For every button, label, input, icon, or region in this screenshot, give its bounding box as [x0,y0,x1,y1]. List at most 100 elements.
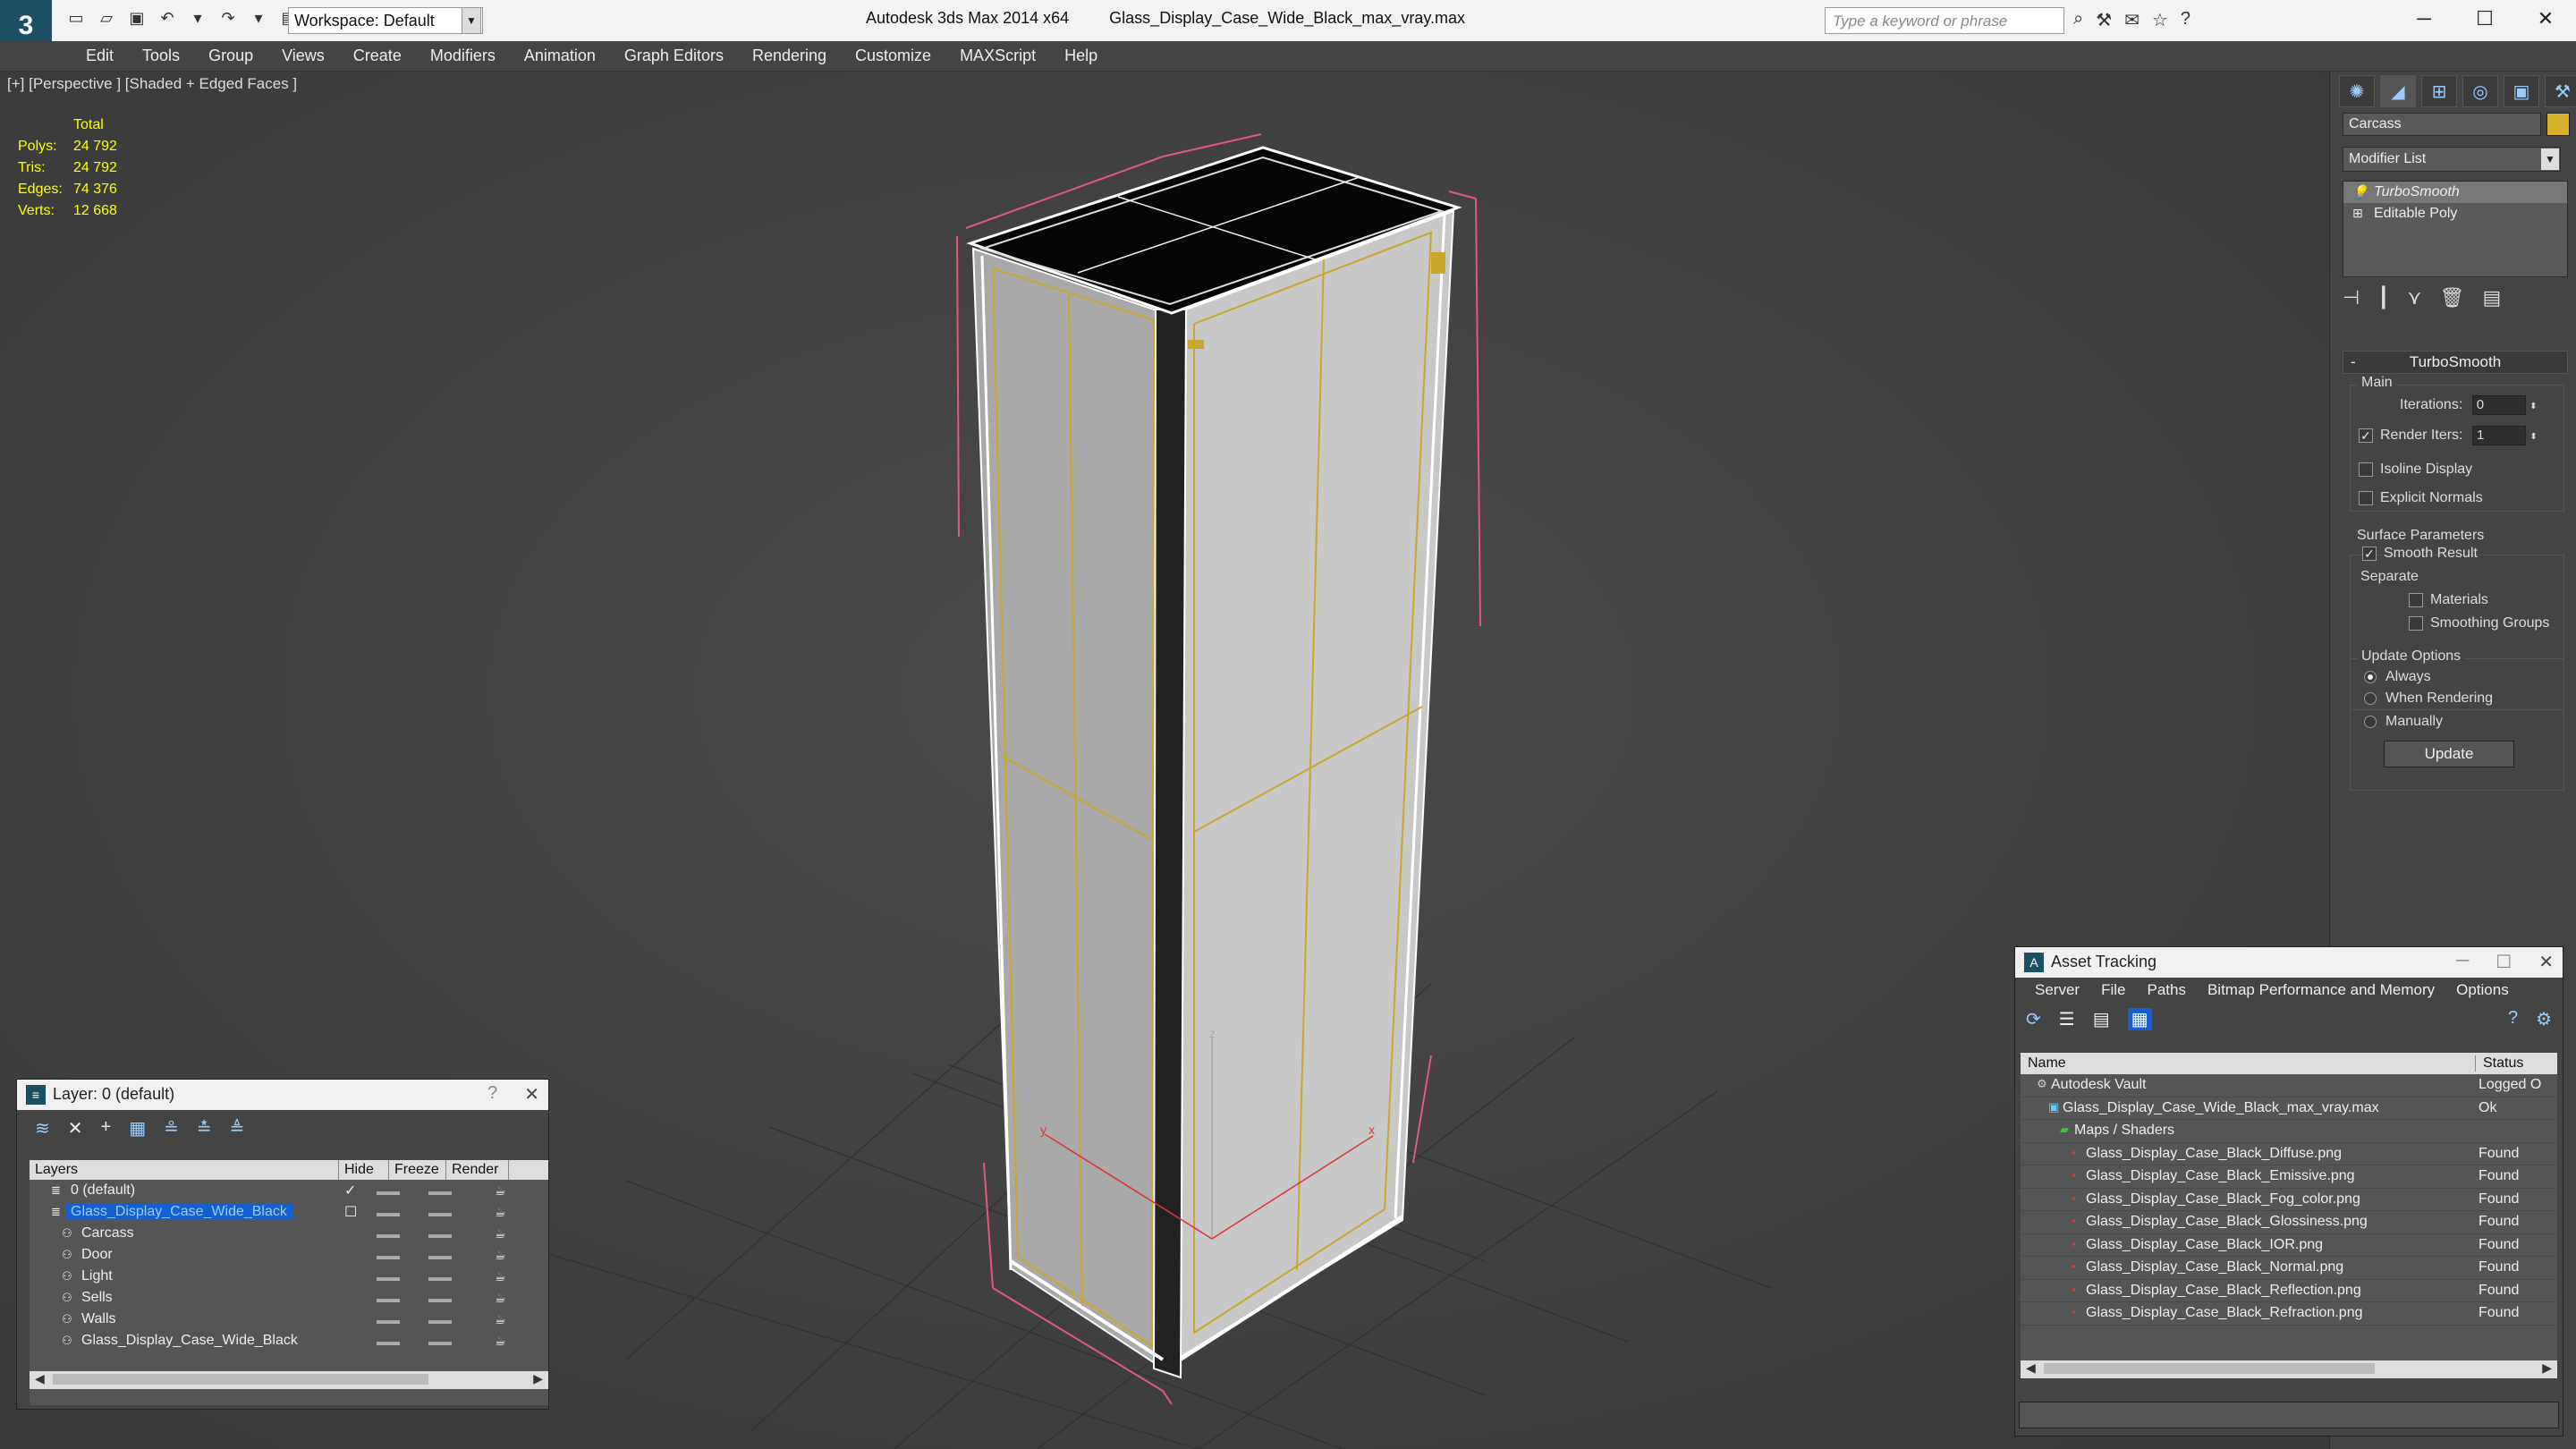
menu-group[interactable]: Group [194,45,267,67]
layer-window-titlebar[interactable]: ≡ Layer: 0 (default) ? ✕ [17,1080,548,1110]
remove-modifier-icon[interactable]: 🗑 [2440,286,2465,309]
hide-toggle[interactable]: ▬▬ [377,1335,400,1348]
add-to-layer-icon[interactable]: ≗ [164,1117,179,1140]
asset-window-titlebar[interactable]: A Asset Tracking ─ ☐ ✕ [2015,947,2563,978]
render-teapot-icon[interactable]: ☕ [495,1269,506,1284]
menu-maxscript[interactable]: MAXScript [945,45,1050,67]
render-teapot-icon[interactable]: ☕ [495,1226,506,1241]
render-teapot-icon[interactable]: ☕ [495,1183,506,1199]
minimize-button[interactable]: ─ [2394,0,2454,38]
when-rendering-radio[interactable] [2364,691,2377,705]
list-view-icon[interactable]: ☰ [2059,1008,2075,1030]
layer-row[interactable]: ≣ Glass_Display_Case_Wide_Black ☐ ▬▬ ▬▬ ☕ [30,1201,548,1223]
expand-plus-icon[interactable]: ⊞ [2352,206,2363,221]
scroll-thumb[interactable] [2044,1363,2375,1374]
collapse-minus-icon[interactable]: - [2351,352,2356,373]
modify-tab-icon[interactable]: ◢ [2380,75,2416,107]
close-icon[interactable]: ✕ [2538,951,2554,973]
freeze-toggle[interactable]: ▬▬ [428,1270,452,1284]
turbosmooth-rollout-header[interactable]: - TurboSmooth [2343,351,2568,374]
hide-toggle[interactable]: ▬▬ [377,1249,400,1262]
undo-dropdown-icon[interactable]: ▾ [186,9,209,30]
maximize-button[interactable]: ☐ [2496,951,2512,973]
scroll-right-icon[interactable]: ▶ [533,1371,543,1386]
explicit-normals-checkbox[interactable] [2359,490,2373,505]
minimize-button[interactable]: ─ [2456,951,2469,973]
scroll-left-icon[interactable]: ◀ [35,1371,45,1386]
asset-row[interactable]: ▪ Glass_Display_Case_Black_Glossiness.png… [2021,1211,2557,1234]
freeze-toggle[interactable]: ▬▬ [428,1206,452,1219]
layer-checkbox[interactable]: ☐ [344,1203,357,1221]
update-button[interactable]: Update [2384,741,2514,767]
active-layer-check-icon[interactable]: ✓ [344,1182,356,1199]
menu-views[interactable]: Views [267,45,339,67]
show-end-result-icon[interactable]: ┃ [2377,286,2389,309]
menu-modifiers[interactable]: Modifiers [416,45,510,67]
menu-customize[interactable]: Customize [841,45,945,67]
maximize-button[interactable]: ☐ [2454,0,2515,38]
manually-radio[interactable] [2364,715,2377,728]
hide-toggle[interactable]: ▬▬ [377,1292,400,1305]
workspace-dropdown[interactable]: Workspace: Default [288,7,483,34]
freeze-toggle[interactable]: ▬▬ [428,1184,452,1198]
asset-row[interactable]: ▪ Glass_Display_Case_Black_Fog_color.png F… [2021,1189,2557,1211]
asset-menu-file[interactable]: File [2090,981,2136,999]
communication-icon[interactable]: ✉ [2124,9,2140,31]
layer-manager-icon[interactable]: ≋ [35,1117,50,1140]
column-header-name[interactable]: Name [2028,1055,2066,1072]
configure-sets-icon[interactable]: ▤ [2482,286,2501,309]
layer-row[interactable]: ≣ 0 (default) ✓ ▬▬ ▬▬ ☕ [30,1180,548,1201]
open-file-icon[interactable]: ▱ [95,9,118,30]
hide-toggle[interactable]: ▬▬ [377,1313,400,1326]
smoothing-groups-checkbox[interactable] [2409,615,2423,631]
chevron-down-icon[interactable]: ▼ [462,7,481,34]
favorites-star-icon[interactable]: ☆ [2152,9,2168,31]
render-iters-spinner[interactable]: 1 [2471,426,2526,445]
asset-row[interactable]: ▪ Glass_Display_Case_Black_IOR.png Found [2021,1234,2557,1257]
hierarchy-tab-icon[interactable]: ⊞ [2421,75,2457,107]
settings-icon[interactable]: ⚙ [2536,1008,2552,1030]
hide-toggle[interactable]: ▬▬ [377,1184,400,1198]
undo-icon[interactable]: ↶ [156,9,179,30]
always-radio[interactable] [2364,670,2377,683]
motion-tab-icon[interactable]: ◎ [2462,75,2498,107]
column-header-freeze[interactable]: Freeze [389,1160,446,1180]
utilities-tab-hammer-icon[interactable]: ⚒ [2545,75,2576,107]
select-objects-icon[interactable]: ▦ [129,1117,146,1140]
help-button[interactable]: ? [487,1083,497,1106]
object-name-input[interactable]: Carcass [2343,113,2541,136]
freeze-toggle[interactable]: ▬▬ [428,1335,452,1348]
render-teapot-icon[interactable]: ☕ [495,1248,506,1263]
freeze-toggle[interactable]: ▬▬ [428,1292,452,1305]
search-input[interactable]: Type a keyword or phrase [1825,7,2064,34]
layer-horizontal-scrollbar[interactable]: ◀ ▶ [30,1371,548,1389]
menu-tools[interactable]: Tools [128,45,194,67]
layer-row[interactable]: ⚇ Door ▬▬ ▬▬ ☕ [30,1244,548,1266]
object-color-swatch[interactable] [2546,113,2570,136]
close-icon[interactable]: ✕ [524,1083,539,1106]
menu-create[interactable]: Create [339,45,416,67]
layer-row[interactable]: ⚇ Walls ▬▬ ▬▬ ☕ [30,1309,548,1330]
menu-help[interactable]: Help [1050,45,1112,67]
layer-row[interactable]: ⚇ Glass_Display_Case_Wide_Black ▬▬ ▬▬ ☕ [30,1330,548,1352]
menu-edit[interactable]: Edit [72,45,128,67]
chevron-down-icon[interactable]: ▼ [2541,148,2559,170]
asset-row[interactable]: ⚙ Autodesk Vault Logged O [2021,1074,2557,1097]
asset-row[interactable]: ▪ Glass_Display_Case_Black_Diffuse.png Fou… [2021,1143,2557,1165]
hide-toggle[interactable]: ▬▬ [377,1270,400,1284]
subscription-icon[interactable]: ⚒ [2096,9,2112,31]
make-unique-icon[interactable]: ⋎ [2407,286,2421,309]
freeze-toggle[interactable]: ▬▬ [428,1313,452,1326]
table-view-icon[interactable]: ▦ [2127,1008,2152,1030]
column-header-render[interactable]: Render [446,1160,509,1180]
iterations-spinner[interactable]: 0 [2471,395,2526,415]
save-file-icon[interactable]: ▣ [125,9,148,30]
menu-rendering[interactable]: Rendering [738,45,841,67]
refresh-icon[interactable]: ⟳ [2026,1008,2041,1030]
freeze-toggle[interactable]: ▬▬ [428,1227,452,1241]
asset-row[interactable]: ▪ Glass_Display_Case_Black_Reflection.png… [2021,1280,2557,1302]
lightbulb-icon[interactable]: 💡 [2352,184,2368,199]
layer-row[interactable]: ⚇ Light ▬▬ ▬▬ ☕ [30,1266,548,1287]
create-tab-sun-icon[interactable]: ✺ [2339,75,2375,107]
hide-freeze-layer-icon[interactable]: ≜ [230,1117,245,1140]
